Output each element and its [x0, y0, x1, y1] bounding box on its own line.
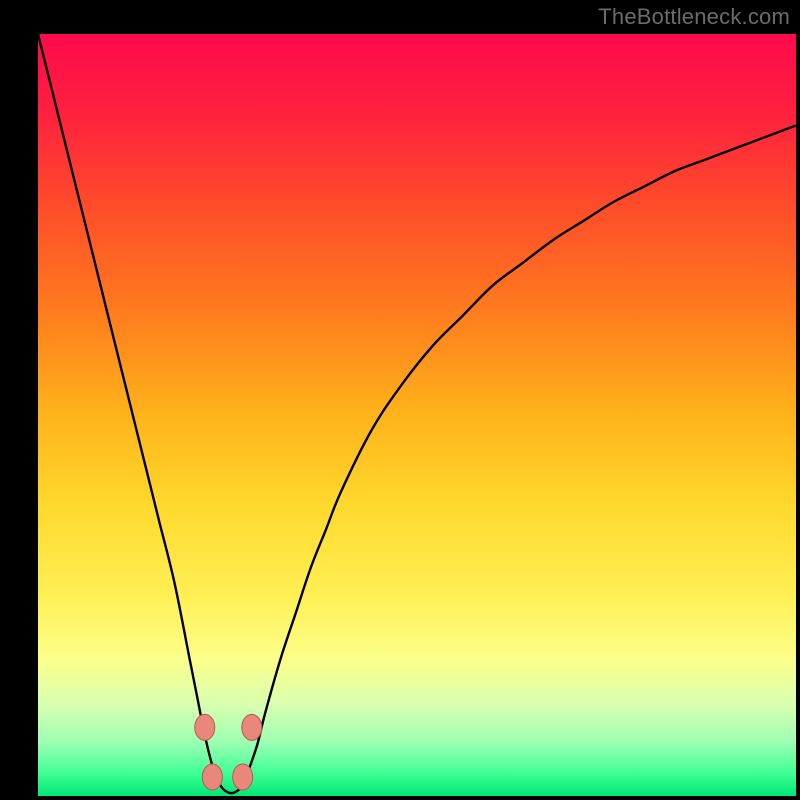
bottleneck-chart: [38, 34, 796, 796]
curve-marker: [195, 714, 215, 740]
curve-marker: [233, 764, 253, 790]
chart-plot-area: [38, 34, 796, 796]
curve-marker: [242, 714, 262, 740]
curve-marker: [202, 764, 222, 790]
gradient-background: [38, 34, 796, 796]
app-frame: TheBottleneck.com: [0, 0, 800, 800]
watermark-text: TheBottleneck.com: [598, 4, 790, 30]
